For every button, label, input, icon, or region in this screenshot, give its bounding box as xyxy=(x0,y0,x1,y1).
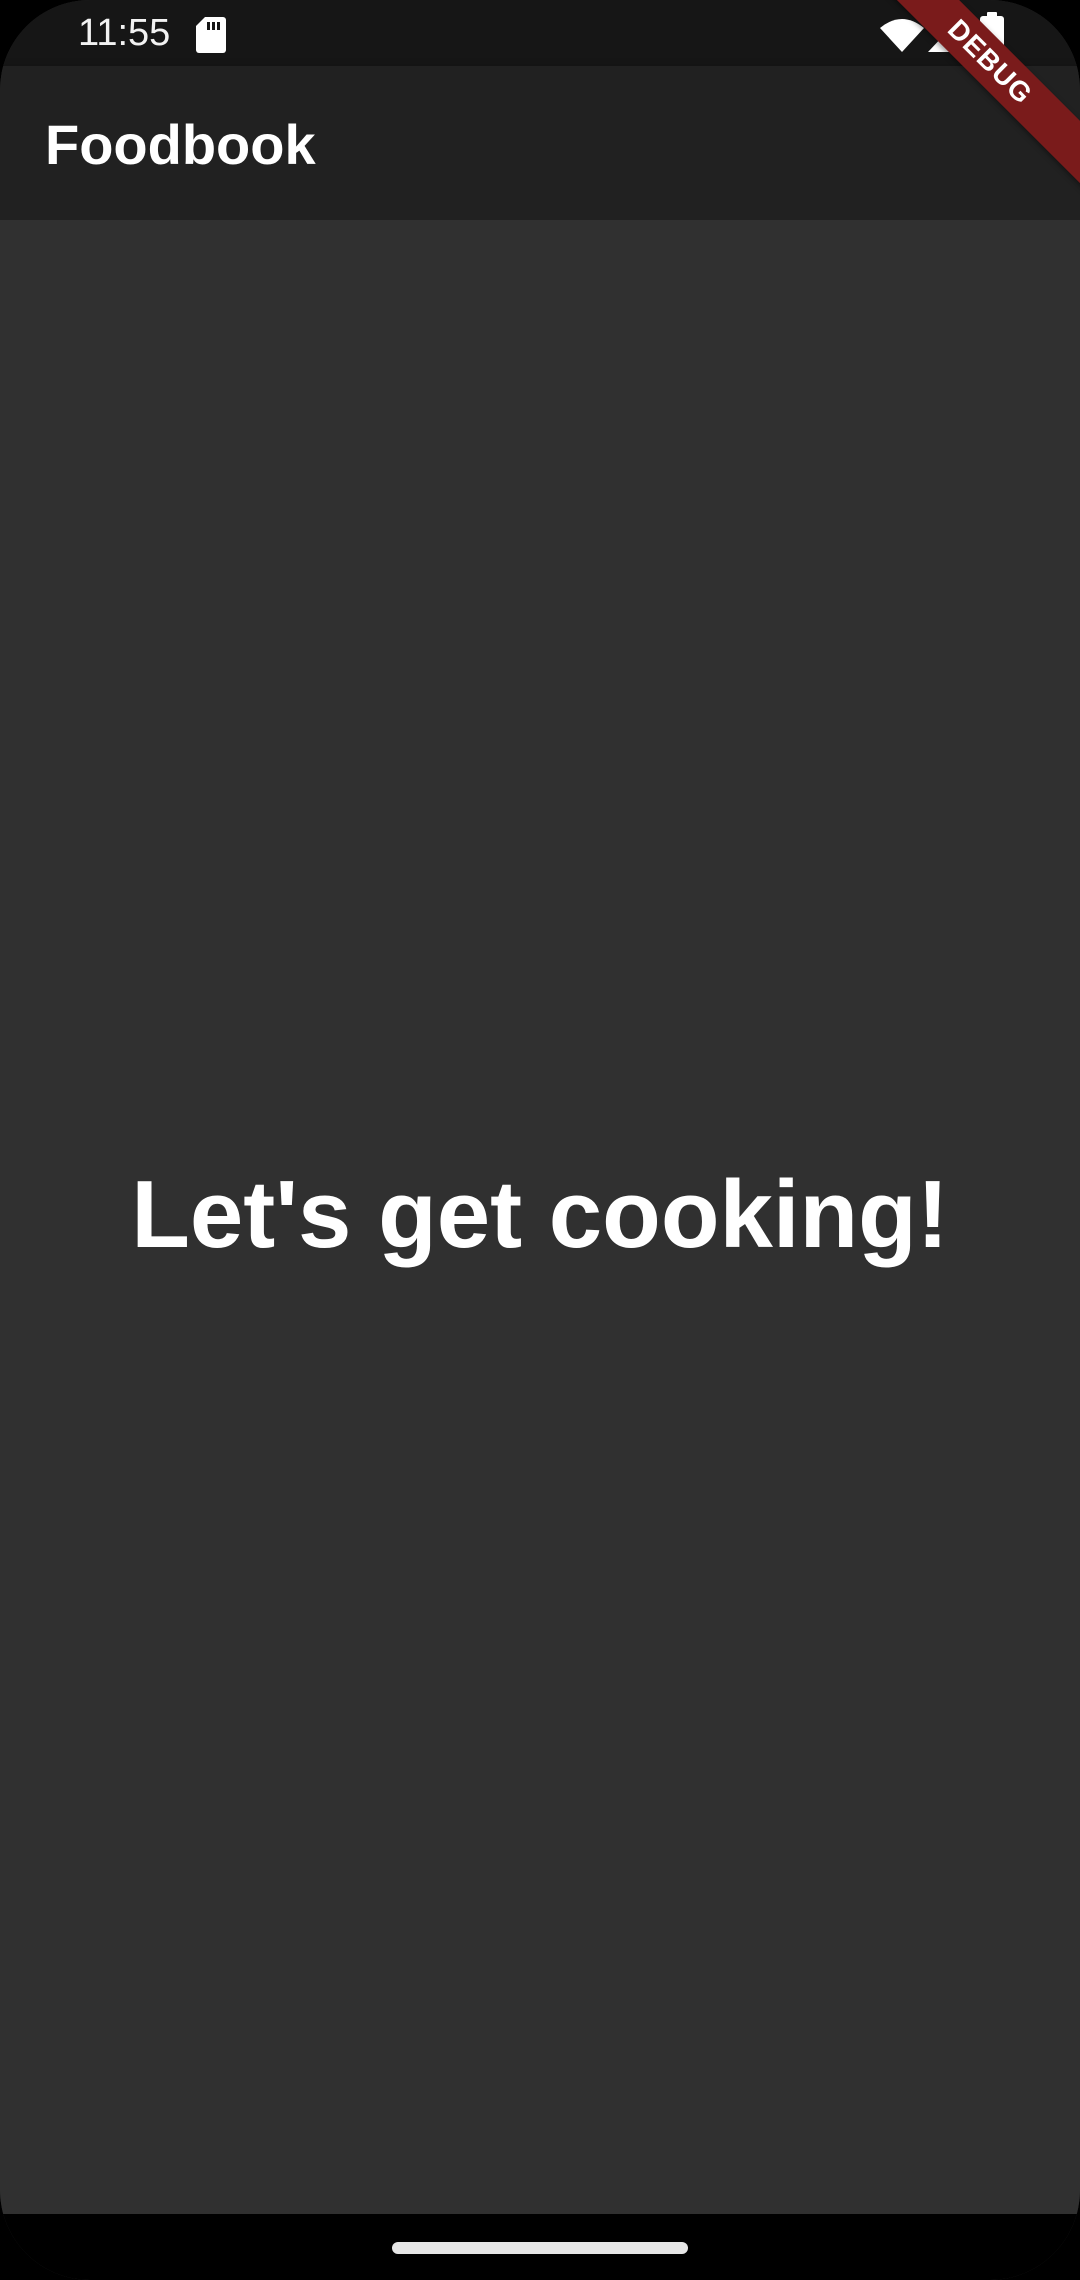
navigation-bar xyxy=(0,2214,1080,2280)
phone-screen: 11:55 Foodbook Let's get cooking! DEBUG xyxy=(0,0,1080,2280)
headline: Let's get cooking! xyxy=(131,1161,949,1268)
app-title: Foodbook xyxy=(45,113,316,176)
sd-card-icon xyxy=(196,17,226,53)
status-time: 11:55 xyxy=(78,12,171,54)
home-indicator[interactable] xyxy=(392,2242,688,2254)
app-bar: Foodbook xyxy=(0,66,1080,220)
wifi-icon xyxy=(880,19,924,52)
main-content: Let's get cooking! xyxy=(0,220,1080,2214)
